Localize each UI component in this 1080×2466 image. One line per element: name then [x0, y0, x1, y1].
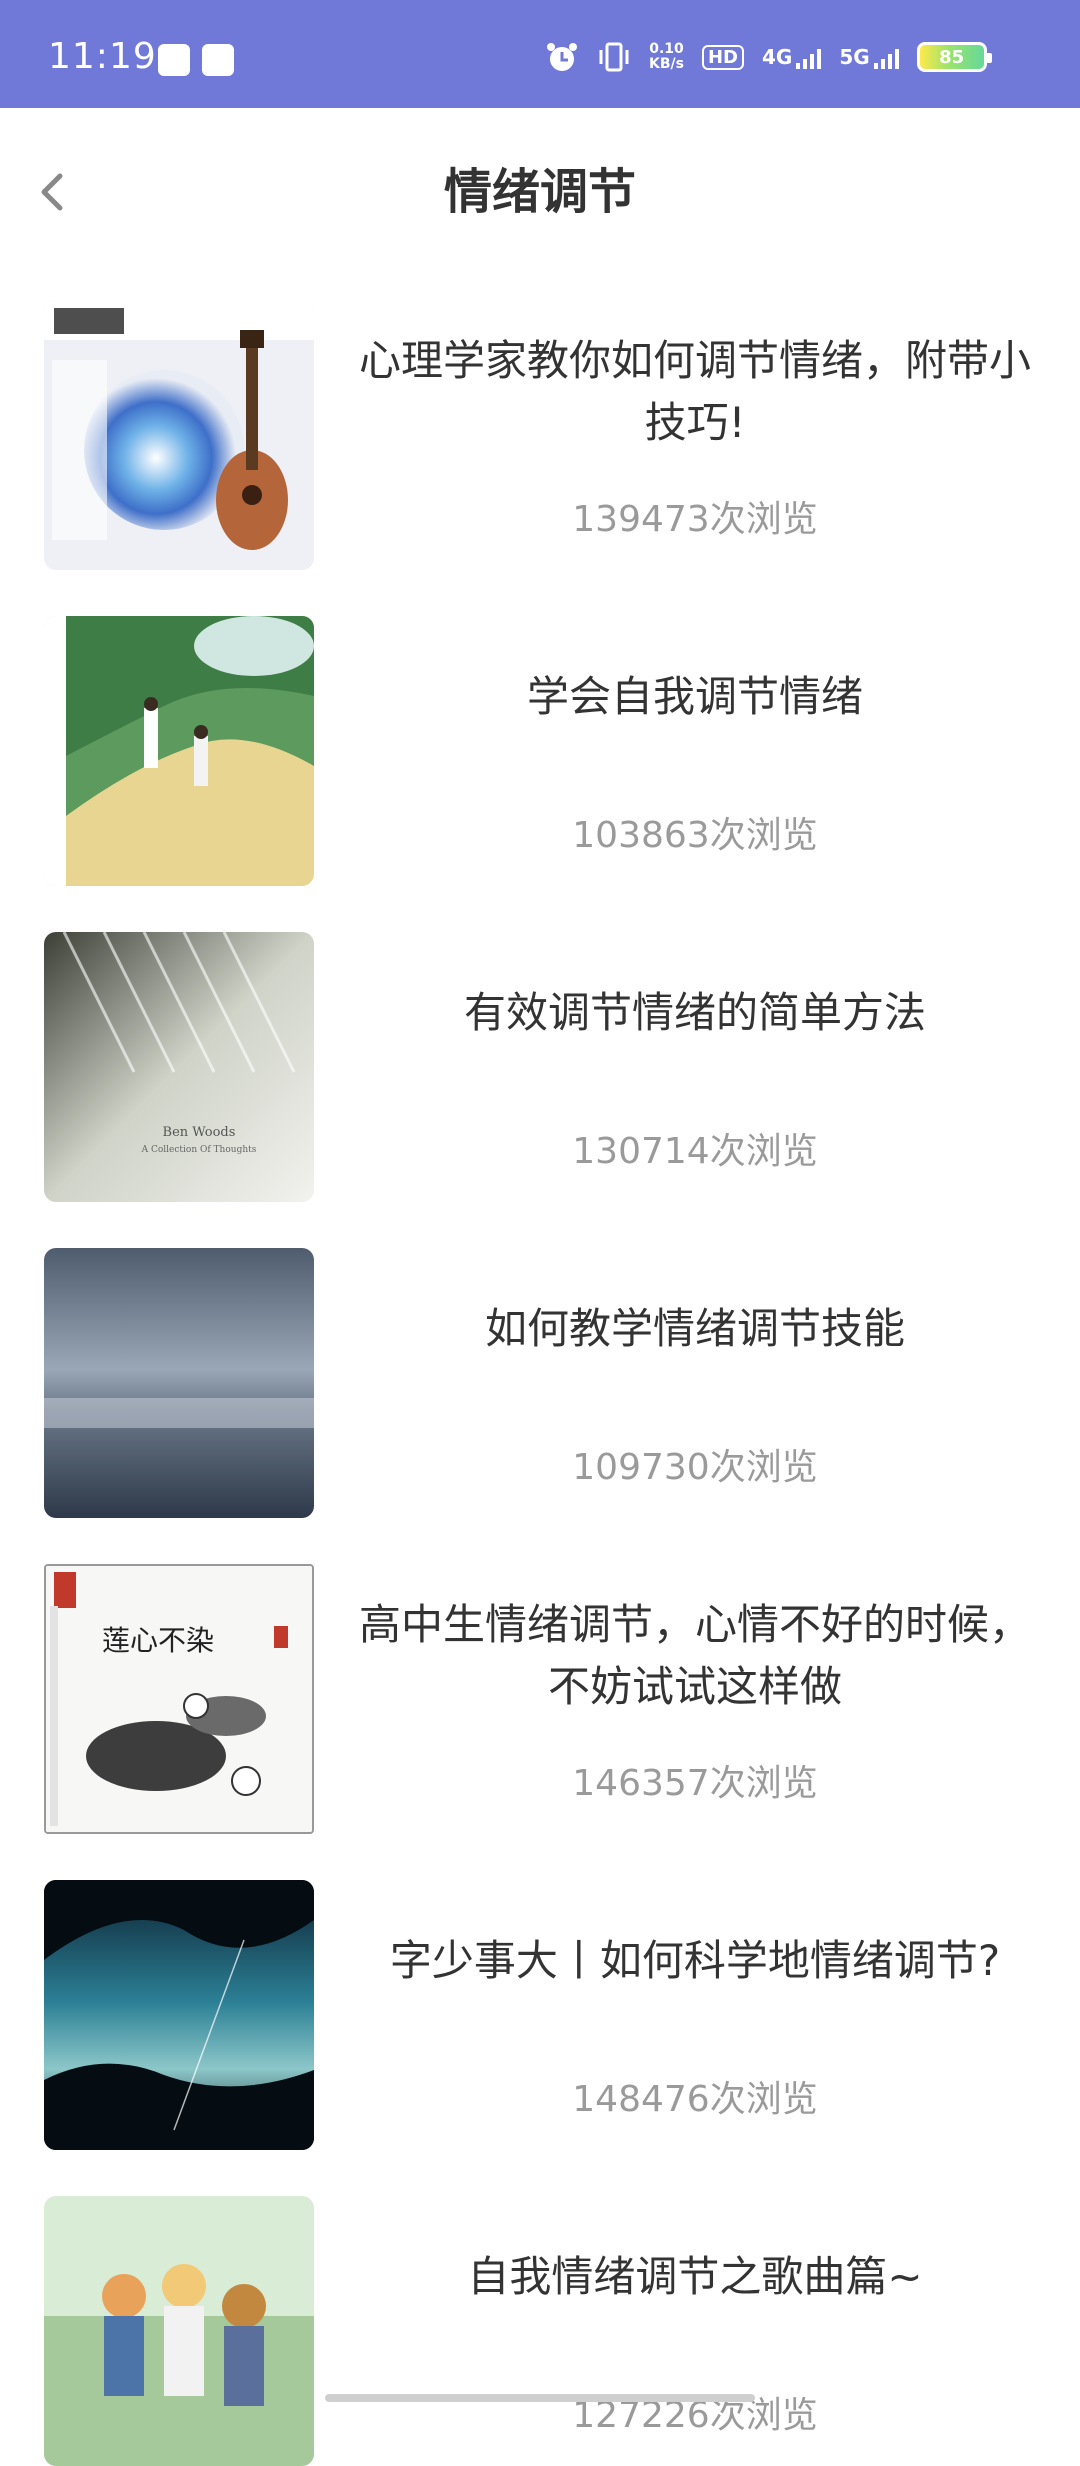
net-speed: 0.10 KB/s — [649, 42, 684, 72]
thumb-text: Ben Woods — [163, 1125, 236, 1140]
net-speed-unit: KB/s — [649, 56, 684, 72]
status-bar: 11:19 0.10 KB/s HD 4G 5G 85 — [0, 0, 1080, 108]
net-5g-label: 5G — [839, 45, 870, 69]
thumb-text: 莲心不染 — [102, 1624, 214, 1657]
thumbnail: 莲心不染 — [44, 1564, 314, 1834]
alipay-icon — [158, 44, 190, 76]
article-title: 字少事大丨如何科学地情绪调节? — [389, 1936, 1001, 1985]
list-item[interactable]: 莲心不染 高中生情绪调节，心情不好的时候，不妨试试这样做 146357次浏览 — [0, 1564, 1080, 1834]
article-title: 自我情绪调节之歌曲篇~ — [467, 2252, 923, 2301]
thumbnail — [44, 300, 314, 570]
battery-level: 85 — [939, 46, 965, 68]
thumbnail — [44, 1880, 314, 2150]
status-time: 11:19 — [48, 36, 157, 77]
signal-4g-icon: 4G — [761, 45, 822, 69]
article-title: 如何教学情绪调节技能 — [484, 1304, 905, 1353]
page-header: 情绪调节 — [0, 108, 1080, 258]
hd-icon: HD — [701, 44, 744, 70]
article-title: 高中生情绪调节，心情不好的时候，不妨试试这样做 — [358, 1600, 1031, 1711]
list-item[interactable]: 如何教学情绪调节技能 109730次浏览 — [0, 1248, 1080, 1518]
view-count: 146357次浏览 — [572, 1763, 818, 1804]
article-title: 有效调节情绪的简单方法 — [463, 988, 926, 1037]
view-count: 103863次浏览 — [572, 815, 818, 856]
view-count: 130714次浏览 — [572, 1131, 818, 1172]
thumb-text: A Collection Of Thoughts — [141, 1145, 257, 1155]
list-item[interactable]: 自我情绪调节之歌曲篇~ 127226次浏览 — [0, 2196, 1080, 2466]
thumbnail — [44, 1248, 314, 1518]
net-4g-label: 4G — [761, 45, 793, 69]
thumbnail — [44, 2196, 314, 2466]
signal-5g-icon: 5G — [839, 45, 899, 69]
alarm-icon — [547, 43, 577, 71]
list-item[interactable]: 心理学家教你如何调节情绪，附带小技巧! 139473次浏览 — [0, 300, 1080, 570]
thumbnail — [44, 616, 314, 886]
status-icons: 0.10 KB/s HD 4G 5G 85 — [545, 40, 992, 74]
vibrate-icon — [599, 42, 629, 72]
list-item[interactable]: 字少事大丨如何科学地情绪调节? 148476次浏览 — [0, 1880, 1080, 2150]
net-speed-value: 0.10 — [649, 41, 684, 57]
article-title: 心理学家教你如何调节情绪，附带小技巧! — [358, 336, 1031, 447]
article-title: 学会自我调节情绪 — [526, 672, 863, 721]
view-count: 109730次浏览 — [572, 1447, 818, 1488]
list-item[interactable]: 学会自我调节情绪 103863次浏览 — [0, 616, 1080, 886]
view-count: 139473次浏览 — [572, 499, 818, 540]
home-indicator[interactable] — [325, 2394, 755, 2402]
battery-icon: 85 — [916, 42, 992, 72]
thumbnail: Ben Woods A Collection Of Thoughts — [44, 932, 314, 1202]
app-icon — [202, 44, 234, 76]
list-item[interactable]: Ben Woods A Collection Of Thoughts 有效调节情… — [0, 932, 1080, 1202]
view-count: 148476次浏览 — [572, 2079, 818, 2120]
page-title: 情绪调节 — [443, 164, 636, 220]
